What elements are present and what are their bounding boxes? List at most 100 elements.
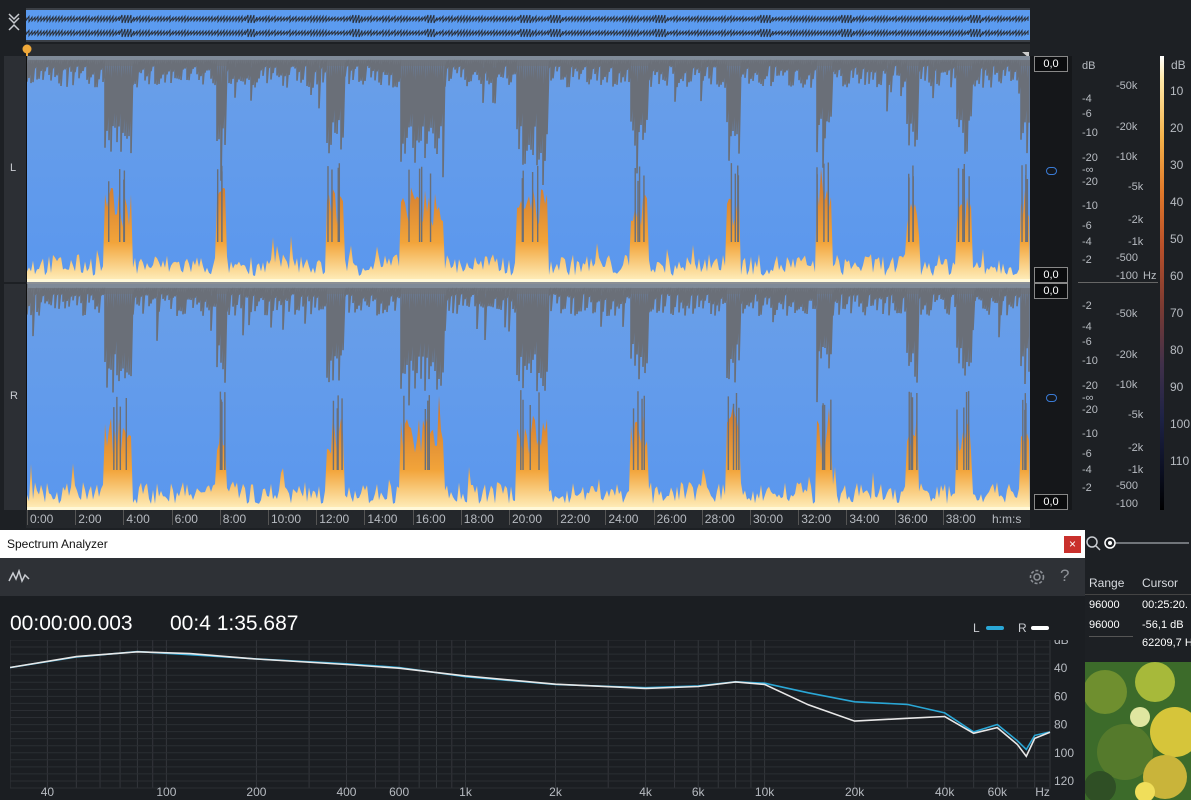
time-tick: 10:00 — [271, 512, 302, 526]
time-tick-line — [412, 510, 414, 525]
window-title: Spectrum Analyzer — [7, 537, 108, 551]
db-tick: -10 — [1082, 200, 1098, 212]
freq-tick: -5k — [1128, 181, 1144, 193]
time-tick-line — [750, 510, 751, 525]
time-tick-line — [798, 510, 800, 525]
time-unit: h:m:s — [992, 512, 1022, 526]
time-end: 00:4 1:35.687 — [170, 612, 299, 635]
time-tick: 0:00 — [30, 512, 54, 526]
x-tick: 100 — [156, 785, 176, 798]
freq-unit: Hz — [1143, 270, 1157, 282]
time-tick: 28:00 — [704, 512, 735, 526]
time-tick: 4:00 — [126, 512, 150, 526]
freq-tick: -100 — [1116, 498, 1139, 510]
colorbar-tick: 100 — [1170, 417, 1191, 431]
colorbar-tick: 70 — [1170, 306, 1184, 320]
zoom-value-l-bottom[interactable]: 0,0 — [1034, 267, 1068, 283]
waveform-mode-icon[interactable] — [8, 569, 30, 583]
db-tick: -6 — [1082, 448, 1092, 460]
time-ruler[interactable]: 0:00 2:00 4:00 6:00 8:00 10:00 12:00 14:00 16:00… — [26, 510, 1030, 528]
channel-label-left: L — [10, 162, 17, 174]
time-tick: 24:00 — [608, 512, 639, 526]
zoom-handle-right[interactable] — [1046, 394, 1057, 402]
overview-waveform — [26, 10, 1030, 40]
x-tick: 40k — [935, 785, 955, 798]
spectrum-toolbar: ? — [0, 558, 1085, 596]
db-tick: -4 — [1082, 464, 1092, 476]
colorbar-unit: dB — [1171, 58, 1186, 72]
time-tick-line — [27, 510, 28, 525]
db-tick: -6 — [1082, 220, 1092, 232]
db-tick: -20 — [1082, 404, 1098, 416]
db-tick: -6 — [1082, 108, 1092, 120]
x-tick: 4k — [639, 785, 653, 798]
close-button[interactable]: × — [1064, 536, 1081, 553]
zoom-control[interactable] — [1084, 533, 1191, 553]
zoom-handle-left[interactable] — [1046, 167, 1057, 175]
y-tick: 60 — [1054, 689, 1068, 703]
y-tick: dB — [1054, 640, 1069, 647]
db-tick: -2 — [1082, 300, 1092, 312]
spectrum-analyzer-window: Spectrum Analyzer × ? 00:00:00.003 00:4 … — [0, 530, 1085, 800]
db-tick: -2 — [1082, 254, 1092, 266]
magnifier-icon[interactable] — [1084, 533, 1191, 553]
freq-tick: -5k — [1128, 409, 1144, 421]
time-tick: 22:00 — [560, 512, 591, 526]
spectrum-titlebar[interactable]: Spectrum Analyzer × — [0, 530, 1085, 558]
x-tick: 40 — [41, 785, 55, 798]
corner-marker-icon — [1020, 46, 1030, 58]
range-value: 96000 — [1089, 619, 1120, 631]
spectrogram-left[interactable] — [27, 56, 1030, 282]
channel-label-right: R — [10, 390, 18, 402]
time-tick-line — [123, 510, 125, 525]
freq-tick: -1k — [1128, 236, 1144, 248]
channel-tab-left[interactable]: L — [4, 56, 27, 282]
time-tick-line — [605, 510, 607, 525]
time-tick: 16:00 — [415, 512, 446, 526]
zoom-value-l-top[interactable]: 0,0 — [1034, 56, 1068, 72]
time-tick-line — [364, 510, 366, 525]
time-tick-line — [942, 510, 944, 525]
freq-tick: -50k — [1116, 80, 1138, 92]
selection-ruler[interactable] — [26, 44, 1030, 56]
time-tick: 38:00 — [945, 512, 976, 526]
x-tick: 60k — [988, 785, 1008, 798]
vertical-zoom-strip[interactable]: 0,0 0,0 0,0 0,0 — [1030, 56, 1072, 510]
time-tick: 26:00 — [656, 512, 687, 526]
db-tick: -6 — [1082, 336, 1092, 348]
x-tick: 200 — [246, 785, 266, 798]
spectrum-plot[interactable]: dB 40 60 80 100 120 40 100 200 400 600 1k 2k 4k 6k 10k 2… — [10, 640, 1074, 798]
time-tick-line — [171, 510, 173, 525]
y-tick: 40 — [1054, 661, 1068, 675]
freq-tick: -1k — [1128, 464, 1144, 476]
db-tick: -4 — [1082, 321, 1092, 333]
time-tick: 6:00 — [174, 512, 198, 526]
db-tick: -10 — [1082, 428, 1098, 440]
colorbar-tick: 30 — [1170, 158, 1184, 172]
cursor-time: 00:25:20. — [1142, 599, 1188, 611]
background-photo — [1085, 662, 1191, 800]
waveform-overview[interactable] — [26, 8, 1030, 42]
time-tick: 12:00 — [319, 512, 350, 526]
time-tick-line — [219, 510, 221, 525]
help-icon[interactable]: ? — [1060, 566, 1069, 586]
db-tick: -∞ — [1082, 164, 1094, 176]
db-tick: dB — [1082, 60, 1096, 72]
db-tick: -10 — [1082, 127, 1098, 139]
gear-icon[interactable] — [1027, 567, 1047, 587]
collapse-icon[interactable] — [6, 10, 22, 34]
colorbar-tick: 90 — [1170, 380, 1184, 394]
time-tick-line — [460, 510, 462, 525]
freq-tick: -500 — [1116, 480, 1139, 492]
spectrogram-right[interactable] — [27, 284, 1030, 510]
colorbar-labels: dB 10 20 30 40 50 60 70 80 90 100 110 — [1166, 56, 1191, 510]
zoom-value-r-bottom[interactable]: 0,0 — [1034, 494, 1068, 510]
x-tick: 6k — [692, 785, 706, 798]
db-tick: -4 — [1082, 93, 1092, 105]
channel-tab-right[interactable]: R — [4, 284, 27, 510]
db-tick: -20 — [1082, 176, 1098, 188]
db-tick: -20 — [1082, 152, 1098, 164]
zoom-value-r-top[interactable]: 0,0 — [1034, 283, 1068, 299]
time-start: 00:00:00.003 — [10, 612, 133, 635]
time-tick-line — [316, 510, 318, 525]
